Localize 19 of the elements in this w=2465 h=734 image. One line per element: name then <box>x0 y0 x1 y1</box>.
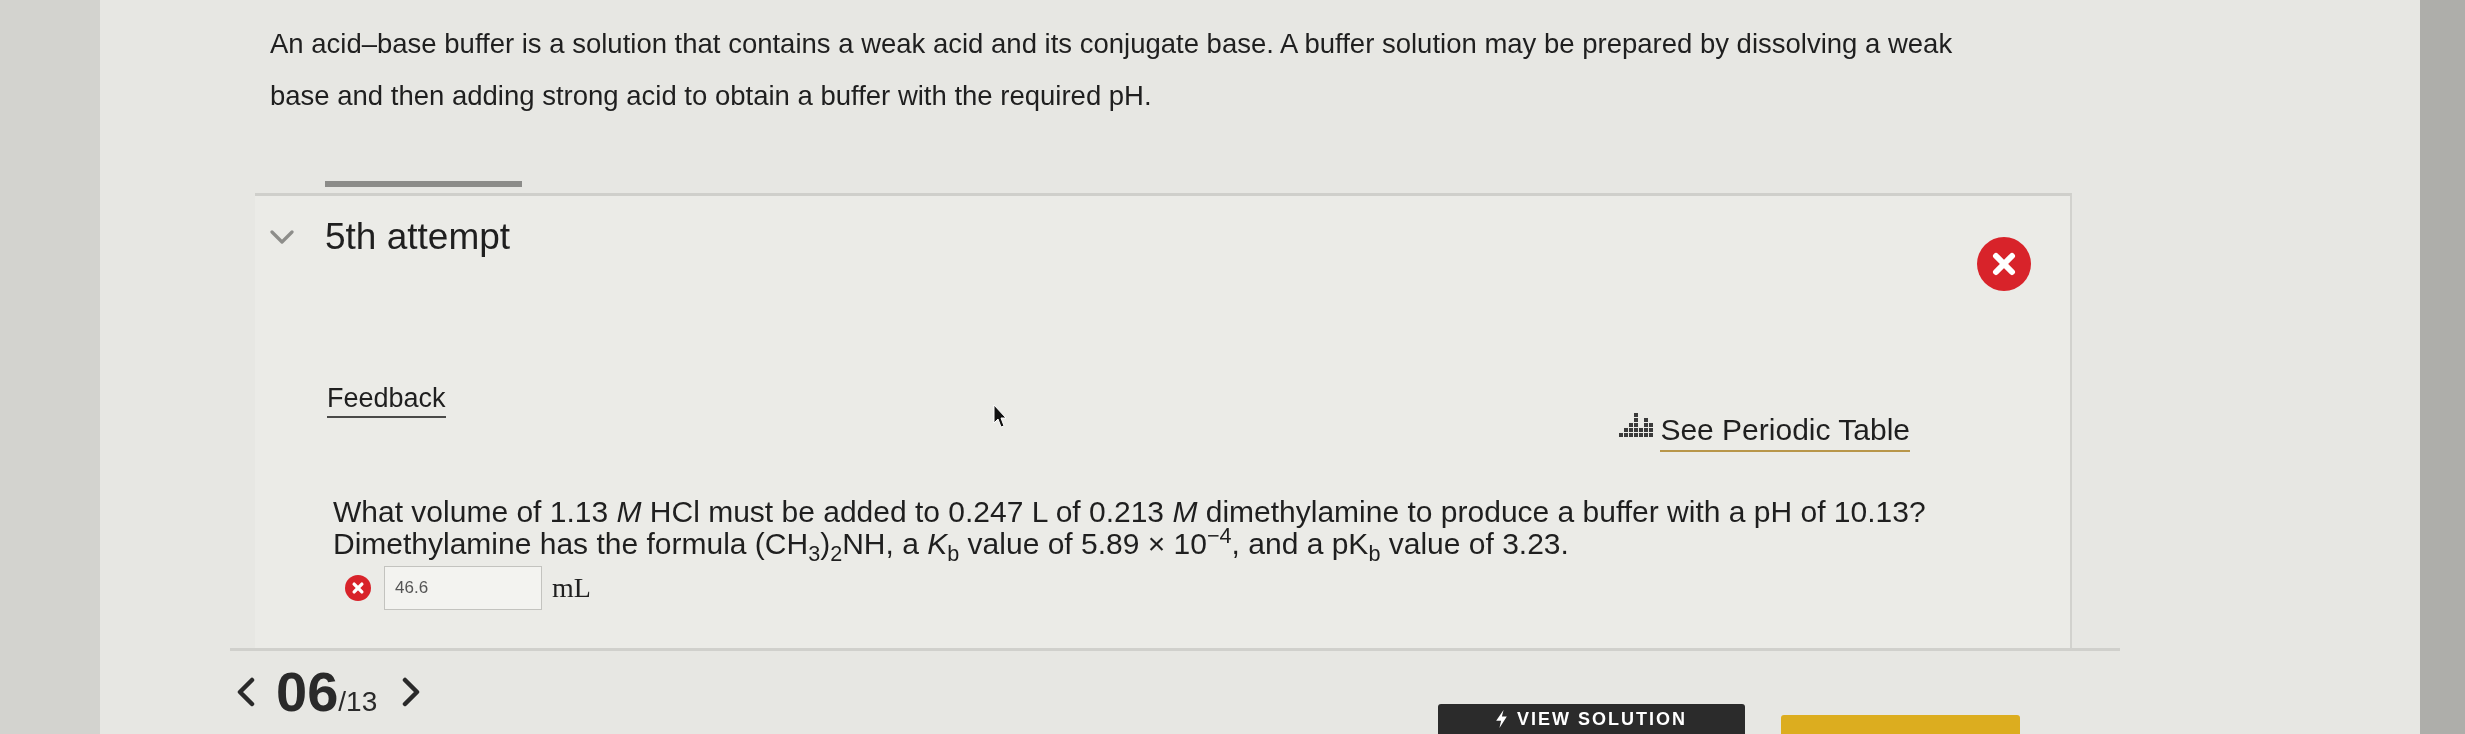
next-button[interactable] <box>401 677 422 707</box>
attempt-title: 5th attempt <box>325 216 511 258</box>
unit-label: mL <box>552 572 591 604</box>
view-solution-button[interactable]: VIEW SOLUTION <box>1438 704 1745 734</box>
dot-grid-icon <box>1619 413 1654 437</box>
chevron-left-icon <box>236 677 256 707</box>
page-total: /13 <box>338 688 378 716</box>
page-number: 06 <box>276 664 339 720</box>
feedback-link[interactable]: Feedback <box>327 380 446 418</box>
question-text: Dimethylamine has the formula (CH$_{3}$)$_{2}$NH, a K$_{b}$ value of 5.89 × 10$^{−4}$, and a pK$_{b}$ value of 3.23. <box>333 528 1570 560</box>
bolt-icon <box>1496 710 1507 728</box>
previous-button[interactable] <box>236 677 256 707</box>
periodic-table-link[interactable]: See Periodic Table <box>1660 410 1910 452</box>
chevron-right-icon <box>401 677 422 707</box>
cursor-icon <box>993 404 1007 428</box>
answer-field[interactable]: 46.6 <box>384 566 542 610</box>
intro-paragraph: An acid–base buffer is a solution that contains a weak acid and its conjugate base. A buffer solution may be prepared by dissolving a weak base and then adding strong acid to obtain a buffer with the required pH. <box>270 27 1954 113</box>
question-text: What volume of 1.13 M HCl must be added to 0.247 L of 0.213 M dimethylamine to produce a buffer with a pH of 10.13? <box>333 496 1927 528</box>
chevron-down-icon[interactable] <box>270 230 294 244</box>
